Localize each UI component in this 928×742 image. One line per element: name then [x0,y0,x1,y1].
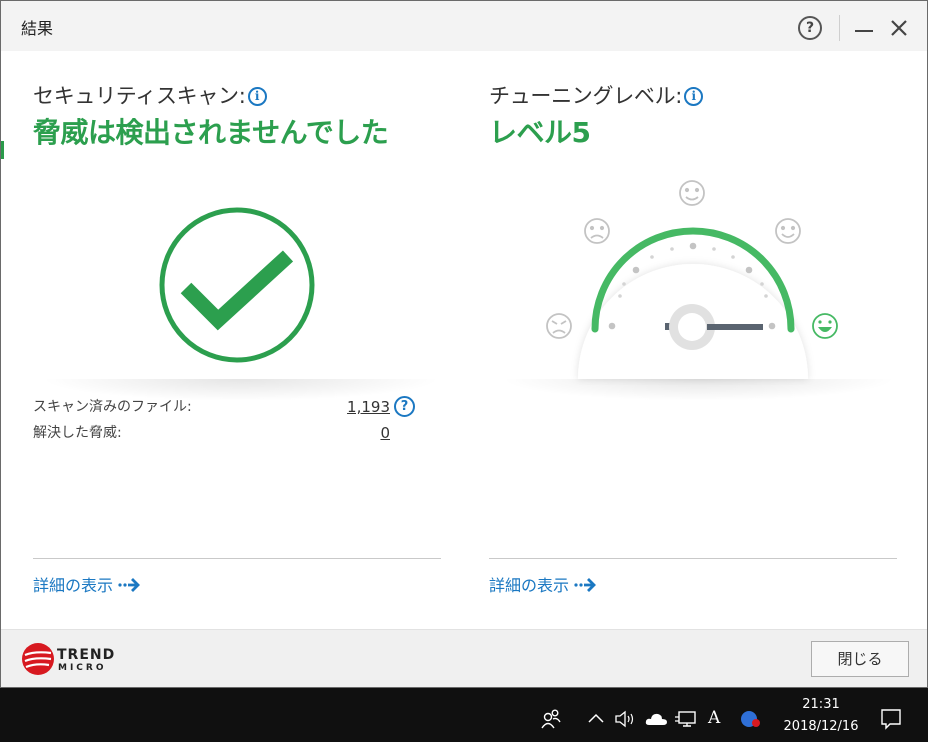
scan-label-text: セキュリティスキャン: [33,84,246,108]
tuning-gauge [546,180,838,379]
left-edge-accent [1,141,4,159]
face-smile-icon [679,180,705,206]
arrow-right-icon [118,578,140,592]
tuning-details-link[interactable]: 詳細の表示 [489,572,599,596]
window-title: 結果 [21,19,54,38]
minimize-icon [855,30,873,32]
face-grin-icon [812,313,838,339]
clock-date[interactable]: 2018/12/16 [780,719,862,734]
face-sad-icon [584,218,610,244]
trend-micro-logo: TREND MICRO [21,642,131,678]
check-mark-icon [159,207,315,363]
scan-section-label: セキュリティスキャン: i [33,80,267,110]
footer: TREND MICRO 閉じる [1,629,927,687]
ime-indicator[interactable]: A [708,708,720,728]
help-button[interactable]: ? [798,16,822,40]
tuning-label-text: チューニングレベル: [489,84,683,108]
resolved-threats-label: 解決した脅威: [33,425,122,441]
title-bar: 結果 ? [1,1,927,51]
resolved-threats-value[interactable]: 0 [331,424,390,442]
close-window-button[interactable] [887,16,911,40]
files-scanned-value[interactable]: 1,193 [331,398,390,416]
scan-info-icon[interactable]: i [247,87,267,106]
tuning-divider [489,558,897,559]
trend-micro-tray-icon[interactable] [739,708,763,730]
close-icon [891,20,907,36]
people-icon[interactable] [540,708,562,730]
arrow-right-icon [574,578,596,592]
scan-details-link[interactable]: 詳細の表示 [33,572,143,596]
minimize-button[interactable] [852,19,876,39]
tuning-shadow [501,379,897,401]
files-scanned-label: スキャン済みのファイル: [33,399,192,415]
volume-icon[interactable] [614,709,638,729]
tuning-info-icon[interactable]: i [684,87,704,106]
scan-details-link-text: 詳細の表示 [33,576,114,595]
close-button[interactable]: 閉じる [811,641,909,677]
clock-time[interactable]: 21:31 [797,697,845,712]
onedrive-icon[interactable] [645,710,669,728]
network-icon[interactable] [674,709,698,729]
logo-text-micro: MICRO [58,663,107,673]
face-angry-icon [546,313,572,339]
chevron-up-icon[interactable] [587,712,605,724]
files-scanned-help-icon[interactable]: ? [394,396,415,417]
tuning-section-label: チューニングレベル: i [489,80,704,110]
taskbar: A 21:31 2018/12/16 [0,688,928,742]
tuning-details-link-text: 詳細の表示 [489,576,570,595]
trend-micro-logo-icon [22,643,54,675]
scan-divider [33,558,441,559]
results-window: 結果 ? セキュリティスキャン: i 脅威は検出されませんでした スキャン済みのフ… [0,0,928,688]
titlebar-separator [839,15,840,41]
face-happy-icon [775,218,801,244]
logo-text-trend: TREND [57,647,116,663]
notification-icon[interactable] [879,707,903,731]
tuning-status: レベル5 [489,116,591,149]
scan-status: 脅威は検出されませんでした [33,116,389,149]
